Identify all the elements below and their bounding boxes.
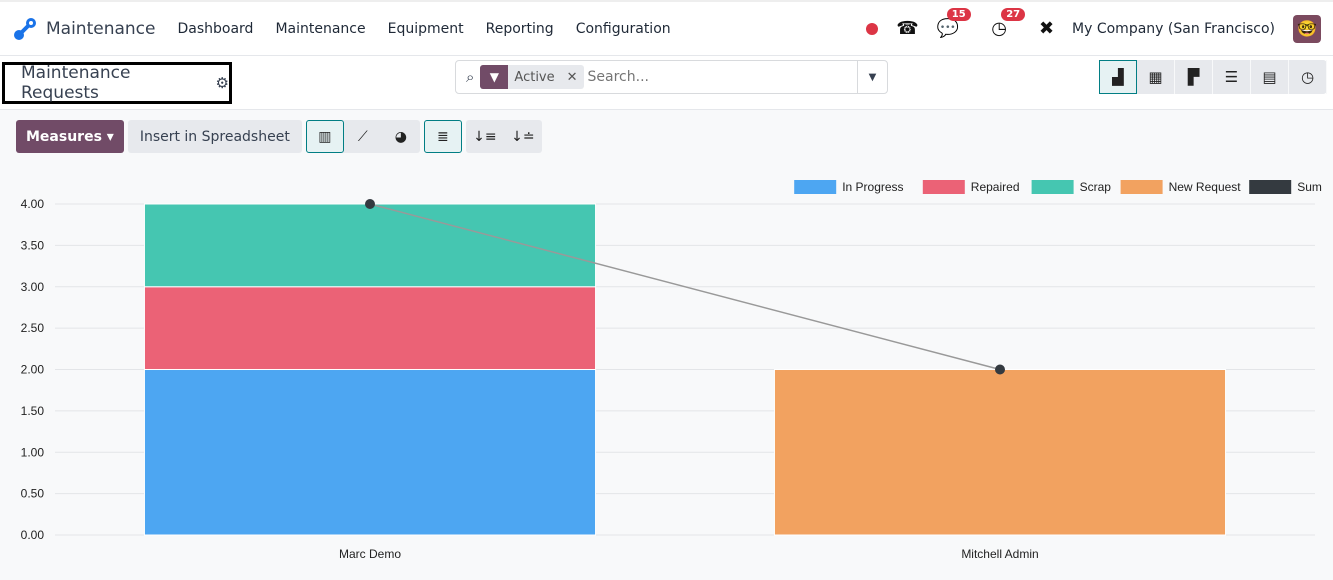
x-tick-label: Mitchell Admin [961,547,1038,561]
sort-ascending-icon[interactable]: ↓≐ [504,120,542,153]
filter-icon: ▼ [480,65,509,89]
sort-descending-icon[interactable]: ↓≡ [466,120,504,153]
menu-reporting[interactable]: Reporting [486,21,554,37]
graph-view-icon[interactable]: ▟ [1099,60,1137,94]
page-title: Maintenance Requests [21,63,131,103]
legend-label: New Request [1169,180,1242,194]
company-switcher[interactable]: My Company (San Francisco) [1072,21,1275,37]
legend-swatch [794,180,837,194]
pivot-view-icon[interactable]: ▦ [1137,60,1175,94]
bar-chart-icon[interactable]: ▥ [305,120,344,153]
y-tick-label: 0.00 [21,528,45,542]
legend-label: In Progress [842,180,903,194]
calendar-view-icon[interactable]: ▤ [1251,60,1289,94]
status-dot-icon[interactable] [866,22,879,35]
search-options-toggle[interactable]: ▼ [857,61,887,93]
y-tick-label: 0.50 [21,487,45,501]
legend-label: Scrap [1080,180,1112,194]
messages-badge: 15 [946,8,971,21]
legend-label: Repaired [971,180,1020,194]
app-name[interactable]: Maintenance [46,19,155,39]
measures-button[interactable]: Measures ▾ [16,120,124,153]
breadcrumb: Maintenance Requests ⚙ [2,62,232,104]
menu-dashboard[interactable]: Dashboard [177,21,253,37]
activity-view-icon[interactable]: ◷ [1289,60,1327,94]
sum-point [365,199,375,209]
y-tick-label: 2.50 [21,321,45,335]
y-tick-label: 1.00 [21,445,45,459]
legend-swatch [1249,180,1292,194]
bar-in-progress [143,369,597,536]
sort-group: ↓≡ ↓≐ [465,120,542,153]
maintenance-logo-icon[interactable] [12,16,38,42]
search-input[interactable] [587,69,857,85]
line-chart-icon[interactable]: ⟋ [344,120,382,153]
bar-new-request [773,369,1227,536]
y-tick-label: 2.00 [21,363,45,377]
legend-swatch [1031,180,1074,194]
stacked-icon[interactable]: ≣ [423,120,462,153]
filter-facet: ▼ Active ✕ [480,65,584,89]
activities-badge: 27 [1001,8,1026,21]
facet-label: Active [514,69,555,85]
kanban-view-icon[interactable]: ▛ [1175,60,1213,94]
messages-icon[interactable]: 💬 15 [937,8,971,39]
activities-clock-icon[interactable]: ◷ 27 [991,8,1026,39]
bar-repaired [143,286,597,370]
stacked-bar-chart: 0.00 0.50 1.00 1.50 2.00 2.50 3.00 3.50 4.00 Marc… [21,180,1322,561]
remove-facet-icon[interactable]: ✕ [561,70,584,85]
user-avatar[interactable]: 🤓 [1293,14,1321,43]
y-tick-label: 3.00 [21,280,45,294]
legend-swatch [922,180,965,194]
legend-swatch [1120,180,1163,194]
gear-icon[interactable]: ⚙ [216,74,229,92]
tools-icon[interactable]: ✖ [1039,18,1054,39]
y-tick-label: 3.50 [21,238,45,252]
y-tick-label: 1.50 [21,404,45,418]
chart-type-group: ▥ ⟋ ◕ [305,120,420,153]
menu-maintenance[interactable]: Maintenance [275,21,365,37]
y-tick-label: 4.00 [21,197,45,211]
search-bar: ⌕ ▼ Active ✕ ▼ [455,60,888,94]
x-tick-label: Marc Demo [339,547,401,561]
sum-point [995,364,1005,375]
list-view-icon[interactable]: ☰ [1213,60,1251,94]
graph-toolbar: Measures ▾ Insert in Spreadsheet ▥ ⟋ ◕ ≣… [0,110,1333,163]
menu-equipment[interactable]: Equipment [388,21,464,37]
view-switcher: ▟ ▦ ▛ ☰ ▤ ◷ [1099,60,1327,94]
legend-label: Sum [1297,180,1322,194]
measures-label: Measures [26,128,102,145]
menu-configuration[interactable]: Configuration [576,21,671,37]
top-navbar: Maintenance Dashboard Maintenance Equipm… [0,0,1333,56]
phone-icon[interactable]: ☎ [896,18,918,39]
search-icon[interactable]: ⌕ [466,68,474,86]
pie-chart-icon[interactable]: ◕ [382,120,420,153]
control-panel: Maintenance Requests ⚙ ⌕ ▼ Active ✕ ▼ ▟ … [0,56,1333,110]
insert-spreadsheet-button[interactable]: Insert in Spreadsheet [127,120,302,153]
